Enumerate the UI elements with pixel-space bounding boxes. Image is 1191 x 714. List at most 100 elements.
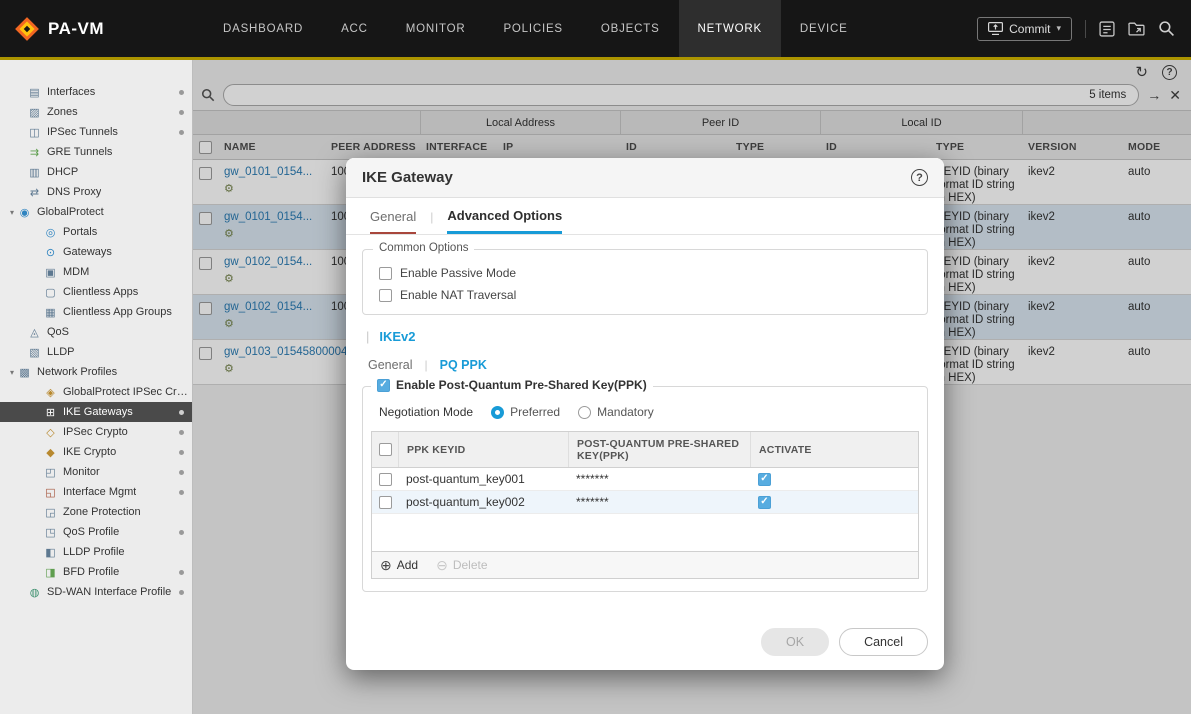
- sidebar-item-zones[interactable]: ▨ Zones: [0, 102, 192, 122]
- sidebar-item-zone-protection[interactable]: ◲ Zone Protection: [0, 502, 192, 522]
- common-options-legend: Common Options: [373, 242, 475, 254]
- tab-ikev2-general[interactable]: General: [368, 358, 412, 372]
- enable-nat-traversal-checkbox[interactable]: [379, 288, 392, 302]
- sidebar-item-ike-gateways[interactable]: ⊞ IKE Gateways: [0, 402, 192, 422]
- ppk-key-cell[interactable]: *******: [568, 495, 750, 509]
- negotiation-preferred-option[interactable]: Preferred: [491, 405, 560, 419]
- enable-ppk-checkbox[interactable]: ✓: [377, 378, 390, 392]
- sidebar-item-gateways[interactable]: ⊙ Gateways: [0, 242, 192, 262]
- col-ppk-keyid[interactable]: PPK KEYID: [398, 432, 568, 467]
- tab-ikev2-pq-ppk[interactable]: PQ PPK: [440, 358, 487, 372]
- ppk-key-cell[interactable]: *******: [568, 472, 750, 486]
- ipsec-crypto-icon: ◇: [46, 426, 55, 439]
- ppk-row-checkbox[interactable]: [378, 495, 392, 509]
- sidebar-item-bfd-profile[interactable]: ◨ BFD Profile: [0, 562, 192, 582]
- dialog-body: Common Options Enable Passive Mode Enabl…: [346, 242, 944, 592]
- sidebar-item-globalprotect-ipsec-crypto[interactable]: ◈ GlobalProtect IPSec Crypto: [0, 382, 192, 402]
- sidebar-item-qos-profile[interactable]: ◳ QoS Profile: [0, 522, 192, 542]
- ppk-legend: ✓ Enable Post-Quantum Pre-Shared Key(PPK…: [371, 378, 653, 392]
- nav-item-acc[interactable]: ACC: [322, 0, 387, 57]
- sidebar-item-sdwan-interface-profile[interactable]: ◍ SD-WAN Interface Profile: [0, 582, 192, 602]
- chevron-down-icon[interactable]: ▾: [10, 208, 14, 217]
- qos-profile-icon: ◳: [45, 526, 56, 539]
- nav-item-dashboard[interactable]: DASHBOARD: [204, 0, 322, 57]
- activate-checkbox[interactable]: ✓: [758, 472, 771, 486]
- ikev2-tabs: General | PQ PPK: [368, 358, 487, 372]
- ppk-table-header: PPK KEYID POST-QUANTUM PRE-SHARED KEY(PP…: [372, 432, 918, 468]
- negotiation-mandatory-option[interactable]: Mandatory: [578, 405, 654, 419]
- sidebar-item-qos[interactable]: ◬ QoS: [0, 322, 192, 342]
- pa-vm-app: PA-VM DASHBOARD ACC MONITOR POLICIES OBJ…: [0, 0, 1191, 714]
- ppk-table: PPK KEYID POST-QUANTUM PRE-SHARED KEY(PP…: [371, 431, 919, 579]
- delete-button[interactable]: ⊖ Delete: [436, 557, 487, 574]
- sidebar-item-lldp[interactable]: ▧ LLDP: [0, 342, 192, 362]
- status-dot: [179, 130, 184, 135]
- status-dot: [179, 430, 184, 435]
- status-dot: [179, 110, 184, 115]
- sidebar-item-globalprotect[interactable]: ▾ ◉ GlobalProtect: [0, 202, 192, 222]
- config-export-icon[interactable]: [1128, 21, 1145, 36]
- status-dot: [179, 470, 184, 475]
- sidebar-item-network-profiles[interactable]: ▾ ▩ Network Profiles: [0, 362, 192, 382]
- col-ppk-key[interactable]: POST-QUANTUM PRE-SHARED KEY(PPK): [568, 432, 750, 467]
- ok-button[interactable]: OK: [761, 628, 830, 656]
- activate-checkbox[interactable]: ✓: [758, 495, 771, 509]
- lldp-icon: ▧: [29, 346, 40, 359]
- task-manager-icon[interactable]: [1099, 20, 1115, 37]
- ike-gateway-dialog: IKE Gateway ? General | Advanced Options…: [346, 158, 944, 670]
- ppk-table-row[interactable]: post-quantum_key002 ******* ✓: [372, 491, 918, 514]
- sidebar-item-ipsec-tunnels[interactable]: ◫ IPSec Tunnels: [0, 122, 192, 142]
- interface-mgmt-icon: ◱: [45, 486, 56, 499]
- sidebar-item-dns-proxy[interactable]: ⇄ DNS Proxy: [0, 182, 192, 202]
- nav-item-policies[interactable]: POLICIES: [484, 0, 581, 57]
- sidebar-item-mdm[interactable]: ▣ MDM: [0, 262, 192, 282]
- sidebar-item-interfaces[interactable]: ▤ Interfaces: [0, 82, 192, 102]
- ppk-keyid-cell[interactable]: post-quantum_key001: [398, 472, 568, 486]
- sidebar-item-interface-mgmt[interactable]: ◱ Interface Mgmt: [0, 482, 192, 502]
- nav-item-network[interactable]: NETWORK: [678, 0, 781, 57]
- negotiation-mode-row: Negotiation Mode Preferred Mandatory: [379, 405, 919, 419]
- nav-divider: [1085, 19, 1086, 38]
- status-dot: [179, 530, 184, 535]
- ppk-table-row[interactable]: post-quantum_key001 ******* ✓: [372, 468, 918, 491]
- ipsec-tunnels-icon: ◫: [29, 126, 40, 139]
- common-options-fieldset: Common Options Enable Passive Mode Enabl…: [362, 242, 928, 315]
- tab-general[interactable]: General: [370, 209, 417, 234]
- dialog-help-icon[interactable]: ?: [911, 169, 928, 186]
- sidebar-item-lldp-profile[interactable]: ◧ LLDP Profile: [0, 542, 192, 562]
- commit-label: Commit: [1009, 21, 1051, 36]
- sidebar-item-ike-crypto[interactable]: ◆ IKE Crypto: [0, 442, 192, 462]
- status-dot: [179, 490, 184, 495]
- enable-passive-mode-checkbox[interactable]: [379, 266, 392, 280]
- sidebar-item-gre-tunnels[interactable]: ⇉ GRE Tunnels: [0, 142, 192, 162]
- col-activate[interactable]: ACTIVATE: [750, 432, 924, 467]
- ppk-row-checkbox[interactable]: [378, 472, 392, 486]
- nav-item-device[interactable]: DEVICE: [781, 0, 867, 57]
- status-dot: [179, 90, 184, 95]
- status-dot: [179, 450, 184, 455]
- ppk-select-all-checkbox[interactable]: [378, 443, 392, 456]
- add-button[interactable]: ⊕ Add: [380, 557, 418, 574]
- ppk-keyid-cell[interactable]: post-quantum_key002: [398, 495, 568, 509]
- preferred-radio[interactable]: [491, 405, 505, 419]
- nav-item-monitor[interactable]: MONITOR: [387, 0, 485, 57]
- sidebar-item-monitor[interactable]: ◰ Monitor: [0, 462, 192, 482]
- search-icon[interactable]: [1158, 20, 1175, 37]
- tab-advanced-options[interactable]: Advanced Options: [447, 208, 563, 234]
- sidebar-item-dhcp[interactable]: ▥ DHCP: [0, 162, 192, 182]
- negotiation-mode-label: Negotiation Mode: [379, 405, 474, 419]
- nav-item-objects[interactable]: OBJECTS: [582, 0, 679, 57]
- sidebar-item-ipsec-crypto[interactable]: ◇ IPSec Crypto: [0, 422, 192, 442]
- commit-button[interactable]: Commit ▾: [977, 16, 1072, 41]
- sidebar-item-portals[interactable]: ◎ Portals: [0, 222, 192, 242]
- sidebar-item-clientless-app-groups[interactable]: ▦ Clientless App Groups: [0, 302, 192, 322]
- ikev2-section-heading: | IKEv2: [366, 329, 416, 344]
- sidebar-item-clientless-apps[interactable]: ▢ Clientless Apps: [0, 282, 192, 302]
- enable-passive-mode-row[interactable]: Enable Passive Mode: [379, 266, 911, 280]
- enable-nat-traversal-row[interactable]: Enable NAT Traversal: [379, 288, 911, 302]
- main-nav: DASHBOARD ACC MONITOR POLICIES OBJECTS N…: [204, 0, 867, 57]
- dhcp-icon: ▥: [29, 166, 40, 179]
- chevron-down-icon[interactable]: ▾: [10, 368, 14, 377]
- mandatory-radio[interactable]: [578, 405, 592, 419]
- cancel-button[interactable]: Cancel: [839, 628, 928, 656]
